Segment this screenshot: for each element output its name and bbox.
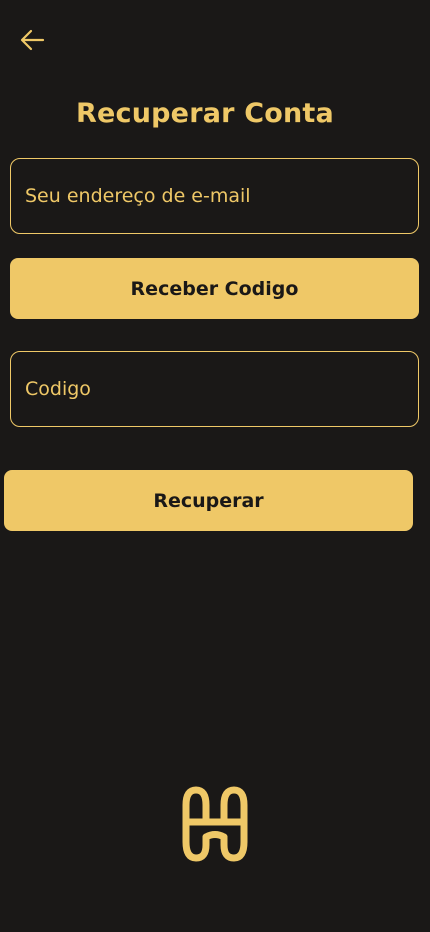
receive-code-button[interactable]: Receber Codigo	[10, 258, 419, 319]
back-button[interactable]	[14, 24, 50, 56]
arrow-left-icon	[20, 29, 45, 51]
recover-button[interactable]: Recuperar	[4, 470, 413, 531]
email-field[interactable]	[10, 158, 419, 234]
page-title: Recuperar Conta	[76, 98, 334, 129]
recover-account-screen: Recuperar Conta Receber Codigo Recuperar	[0, 0, 430, 932]
code-field[interactable]	[10, 351, 419, 427]
brand-logo-icon	[182, 786, 248, 862]
